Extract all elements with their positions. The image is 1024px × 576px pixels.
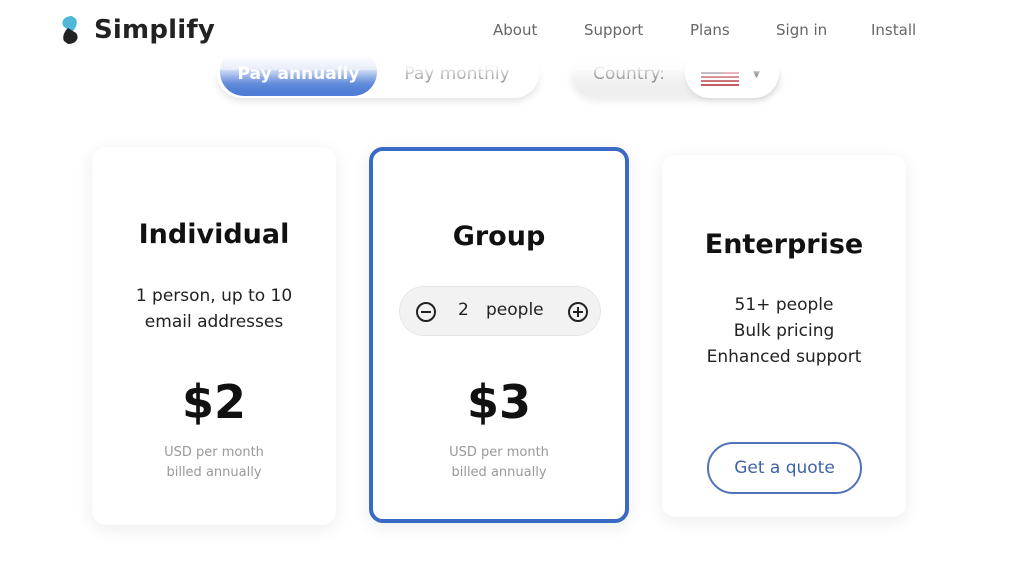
plan-description: 51+ people Bulk pricing Enhanced support	[662, 292, 906, 370]
plan-card-group[interactable]: Group 2 people $3 USD per month billed a…	[369, 147, 629, 523]
description-line: email addresses	[144, 312, 284, 332]
nav-plans[interactable]: Plans	[690, 21, 730, 39]
plan-price: $2	[181, 375, 246, 429]
plan-price: $3	[466, 375, 531, 429]
plan-title: Enterprise	[704, 229, 864, 260]
plan-title: Individual	[138, 219, 290, 250]
site-header: Simplify About Support Plans Sign in Ins…	[0, 0, 1024, 70]
minus-circle-icon[interactable]	[416, 302, 436, 322]
brand-name: Simplify	[94, 15, 216, 45]
plan-card-individual[interactable]: Individual 1 person, up to 10 email addr…	[92, 147, 336, 525]
description-line: 51+ people	[734, 295, 834, 315]
nav-about[interactable]: About	[493, 21, 537, 39]
brand-logo[interactable]: Simplify	[58, 14, 215, 46]
description-line: Bulk pricing	[733, 321, 835, 341]
plan-title: Group	[452, 221, 546, 252]
nav-install[interactable]: Install	[871, 21, 916, 39]
people-stepper: 2 people	[399, 286, 601, 336]
nav-support[interactable]: Support	[584, 21, 643, 39]
price-note-line: USD per month	[449, 445, 549, 460]
price-note: USD per month billed annually	[373, 443, 625, 483]
simplify-logo-icon	[62, 16, 78, 44]
plan-description: 1 person, up to 10 email addresses	[92, 283, 336, 335]
price-note-line: USD per month	[164, 445, 264, 460]
caret-down-icon: ▼	[753, 70, 760, 80]
people-unit: people	[486, 300, 544, 320]
plus-circle-icon[interactable]	[568, 302, 588, 322]
price-note: USD per month billed annually	[92, 443, 336, 483]
price-note-line: billed annually	[166, 465, 262, 480]
nav-sign-in[interactable]: Sign in	[776, 21, 827, 39]
us-flag-icon	[701, 72, 739, 88]
people-count: 2	[458, 300, 469, 320]
description-line: 1 person, up to 10	[135, 286, 293, 306]
get-quote-button[interactable]: Get a quote	[707, 442, 862, 494]
description-line: Enhanced support	[706, 347, 862, 367]
plan-card-enterprise[interactable]: Enterprise 51+ people Bulk pricing Enhan…	[662, 155, 906, 517]
price-note-line: billed annually	[451, 465, 547, 480]
